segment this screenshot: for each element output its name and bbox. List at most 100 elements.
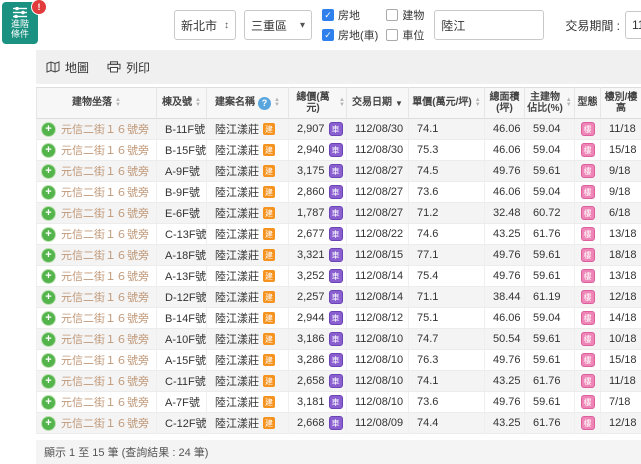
parking-included-badge[interactable]: 車 [329,122,343,136]
type-cell: 樓 [575,287,601,308]
project-info-badge[interactable]: 建 [263,291,275,303]
building-type-badge[interactable]: 樓 [581,185,595,199]
project-info-badge[interactable]: 建 [263,249,275,261]
building-type-badge[interactable]: 樓 [581,143,595,157]
building-type-badge[interactable]: 樓 [581,311,595,325]
map-view-button[interactable]: 地圖 [46,59,89,76]
parking-included-badge[interactable]: 車 [329,143,343,157]
column-header-4[interactable]: 總價(萬元)▲▼ [289,88,347,119]
expand-row-button[interactable]: + [42,333,55,346]
column-header-8[interactable]: 主建物佔比(%)▲▼ [525,88,575,119]
address-link[interactable]: 元信二街１６號旁 [61,394,149,410]
parking-included-badge[interactable]: 車 [329,269,343,283]
checkbox-unchecked[interactable]: 建物 [386,7,424,23]
expand-row-button[interactable]: + [42,270,55,283]
address-link[interactable]: 元信二街１６號旁 [61,352,149,368]
address-link[interactable]: 元信二街１６號旁 [61,121,149,137]
expand-row-button[interactable]: + [42,249,55,262]
city-select[interactable]: 新北市 ↕ [174,10,236,40]
address-link[interactable]: 元信二街１６號旁 [61,205,149,221]
expand-row-button[interactable]: + [42,396,55,409]
unit-cell: B-15F號 [157,140,207,161]
address-link[interactable]: 元信二街１６號旁 [61,142,149,158]
parking-included-badge[interactable]: 車 [329,311,343,325]
address-link[interactable]: 元信二街１６號旁 [61,247,149,263]
parking-included-badge[interactable]: 車 [329,227,343,241]
column-header-5[interactable]: 交易日期▼ [347,88,409,119]
building-type-badge[interactable]: 樓 [581,164,595,178]
column-header-6[interactable]: 單價(萬元/坪)▲▼ [409,88,485,119]
expand-row-button[interactable]: + [42,207,55,220]
expand-row-button[interactable]: + [42,354,55,367]
start-year-select[interactable]: 111 ▾ [625,11,641,39]
parking-included-badge[interactable]: 車 [329,206,343,220]
building-type-badge[interactable]: 樓 [581,374,595,388]
project-info-badge[interactable]: 建 [263,123,275,135]
address-link[interactable]: 元信二街１６號旁 [61,310,149,326]
parking-included-badge[interactable]: 車 [329,332,343,346]
expand-row-button[interactable]: + [42,144,55,157]
building-type-badge[interactable]: 樓 [581,332,595,346]
address-link[interactable]: 元信二街１６號旁 [61,268,149,284]
floor-cell: 11/18 [601,119,641,140]
building-type-badge[interactable]: 樓 [581,353,595,367]
project-info-badge[interactable]: 建 [263,144,275,156]
expand-row-button[interactable]: + [42,228,55,241]
address-link[interactable]: 元信二街１６號旁 [61,184,149,200]
project-info-badge[interactable]: 建 [263,165,275,177]
expand-row-button[interactable]: + [42,417,55,430]
building-type-badge[interactable]: 樓 [581,122,595,136]
keyword-input[interactable] [434,10,544,40]
building-type-badge[interactable]: 樓 [581,269,595,283]
parking-included-badge[interactable]: 車 [329,395,343,409]
expand-row-button[interactable]: + [42,291,55,304]
column-header-3[interactable]: 建案名稱?▲▼ [207,88,289,119]
checkbox-unchecked[interactable]: 車位 [386,27,424,43]
expand-row-button[interactable]: + [42,186,55,199]
expand-row-button[interactable]: + [42,165,55,178]
project-info-badge[interactable]: 建 [263,375,275,387]
column-label: 主建物 [527,92,563,104]
help-icon[interactable]: ? [258,97,271,110]
address-link[interactable]: 元信二街１６號旁 [61,163,149,179]
project-info-badge[interactable]: 建 [263,186,275,198]
project-info-badge[interactable]: 建 [263,228,275,240]
address-link[interactable]: 元信二街１６號旁 [61,331,149,347]
parking-included-badge[interactable]: 車 [329,290,343,304]
district-select[interactable]: 三重區 ▾ [244,10,312,40]
address-link[interactable]: 元信二街１６號旁 [61,415,149,431]
advanced-filter-button[interactable]: ! 進階 條件 [2,2,38,44]
building-type-badge[interactable]: 樓 [581,206,595,220]
project-info-badge[interactable]: 建 [263,396,275,408]
address-link[interactable]: 元信二街１６號旁 [61,373,149,389]
expand-row-button[interactable]: + [42,312,55,325]
project-info-badge[interactable]: 建 [263,333,275,345]
checkbox-checked[interactable]: ✓房地(車) [322,27,378,43]
building-type-badge[interactable]: 樓 [581,416,595,430]
building-type-badge[interactable]: 樓 [581,227,595,241]
parking-included-badge[interactable]: 車 [329,164,343,178]
address-link[interactable]: 元信二街１６號旁 [61,226,149,242]
parking-included-badge[interactable]: 車 [329,248,343,262]
parking-included-badge[interactable]: 車 [329,374,343,388]
address-cell: + 元信二街１６號旁 [37,329,157,350]
checkbox-checked[interactable]: ✓房地 [322,7,378,23]
address-link[interactable]: 元信二街１６號旁 [61,289,149,305]
project-info-badge[interactable]: 建 [263,417,275,429]
building-type-badge[interactable]: 樓 [581,248,595,262]
parking-included-badge[interactable]: 車 [329,416,343,430]
parking-included-badge[interactable]: 車 [329,353,343,367]
print-button[interactable]: 列印 [107,59,150,76]
parking-included-badge[interactable]: 車 [329,185,343,199]
expand-row-button[interactable]: + [42,123,55,136]
building-type-badge[interactable]: 樓 [581,395,595,409]
column-label: 總價(萬元) [290,92,336,115]
expand-row-button[interactable]: + [42,375,55,388]
building-type-badge[interactable]: 樓 [581,290,595,304]
column-header-2[interactable]: 棟及號▲▼ [157,88,207,119]
project-info-badge[interactable]: 建 [263,354,275,366]
project-info-badge[interactable]: 建 [263,270,275,282]
project-info-badge[interactable]: 建 [263,312,275,324]
column-header-1[interactable]: 建物坐落▲▼ [37,88,157,119]
project-info-badge[interactable]: 建 [263,207,275,219]
